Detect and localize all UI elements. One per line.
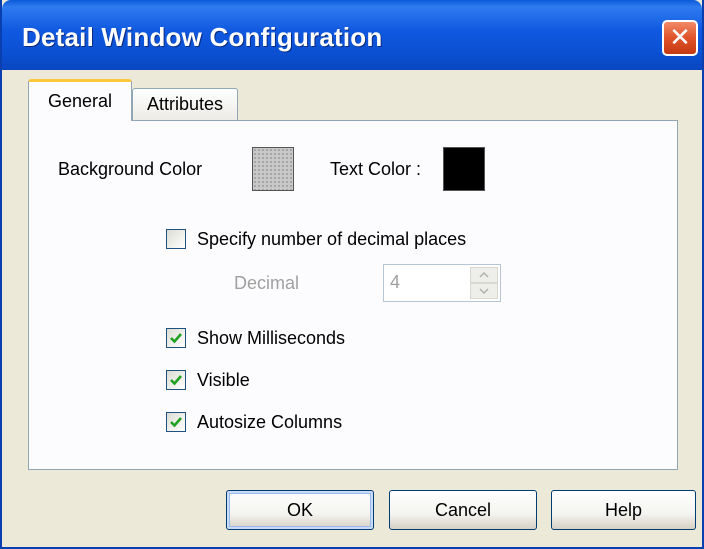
help-button[interactable]: Help [551,490,696,530]
checkmark-icon [170,417,182,428]
specify-decimal-label[interactable]: Specify number of decimal places [197,229,466,250]
background-color-swatch[interactable] [252,147,294,191]
visible-checkbox[interactable] [166,370,186,390]
checkmark-icon [170,375,182,386]
decimal-down-button[interactable] [470,283,498,299]
tab-general-label: General [47,91,113,111]
decimal-up-button[interactable] [470,267,498,283]
decimal-value[interactable]: 4 [390,272,400,293]
visible-label[interactable]: Visible [197,370,250,391]
tab-general[interactable]: General [28,79,132,121]
close-button[interactable]: ✕ [662,20,698,56]
title-bar[interactable]: Detail Window Configuration ✕ [2,0,702,70]
background-color-label: Background Color [58,159,203,179]
tab-attributes-label: Attributes [146,94,224,114]
arrow-up-icon [479,272,489,278]
specify-decimal-checkbox[interactable] [166,229,186,249]
checkmark-icon [170,333,182,344]
tab-attributes[interactable]: Attributes [132,88,238,120]
show-milliseconds-label[interactable]: Show Milliseconds [197,328,345,349]
decimal-label: Decimal [234,273,300,293]
text-color-label: Text Color : [330,159,422,179]
autosize-columns-label[interactable]: Autosize Columns [197,412,342,433]
autosize-columns-checkbox[interactable] [166,412,186,432]
window-title: Detail Window Configuration [22,22,383,52]
arrow-down-icon [479,288,489,294]
cancel-button[interactable]: Cancel [389,490,537,530]
show-milliseconds-checkbox[interactable] [166,328,186,348]
dialog-window: Detail Window Configuration ✕ General At… [0,0,704,549]
close-icon: ✕ [669,23,691,53]
ok-button[interactable]: OK [226,490,374,530]
text-color-swatch[interactable] [443,147,485,191]
decimal-stepper[interactable]: 4 [383,264,501,302]
